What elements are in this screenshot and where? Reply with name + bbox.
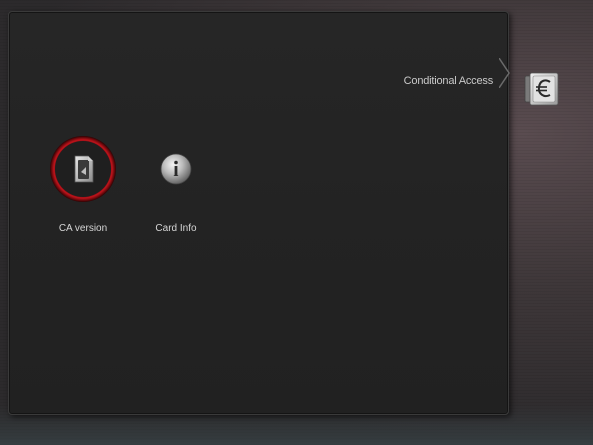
menu-item-card-info[interactable]: Card Info — [136, 134, 216, 239]
card-info-icon — [141, 134, 211, 204]
menu-item-ca-version[interactable]: CA version — [43, 134, 123, 239]
ca-version-label: CA version — [58, 223, 108, 234]
screen: Conditional Access CA version Card Info — [0, 0, 593, 445]
chevron-right-icon — [499, 58, 510, 88]
ca-version-icon — [48, 134, 118, 204]
card-info-label: Card Info — [155, 223, 197, 234]
main-panel: Conditional Access CA version Card Info — [8, 11, 509, 415]
page-title: Conditional Access — [403, 75, 494, 87]
euro-card-icon — [524, 72, 559, 106]
